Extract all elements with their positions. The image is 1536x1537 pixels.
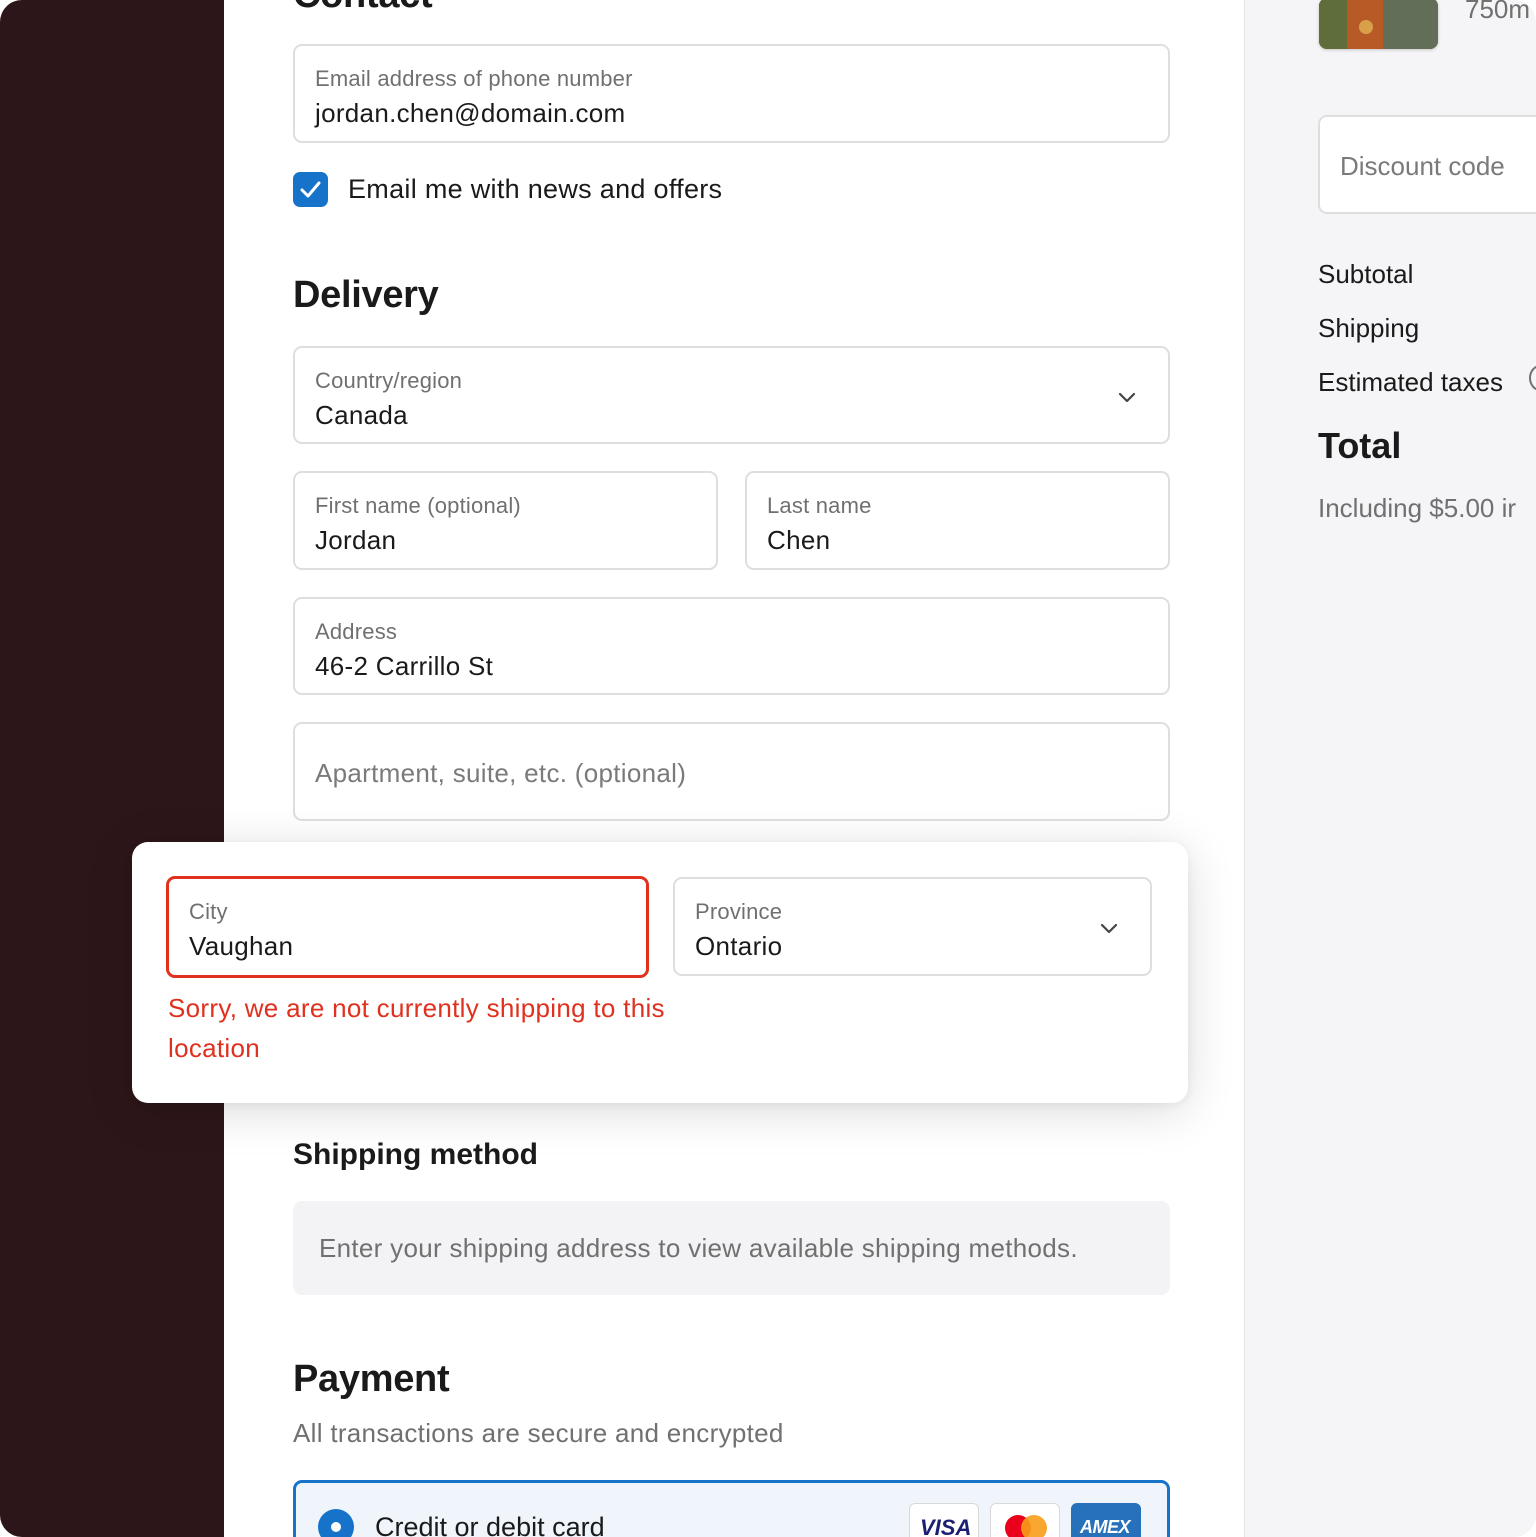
checkmark-icon: [300, 181, 321, 198]
apartment-field[interactable]: Apartment, suite, etc. (optional): [293, 722, 1170, 821]
info-icon[interactable]: [1529, 365, 1536, 391]
product-thumbnail: [1319, 0, 1438, 49]
amex-card-icon: AMEX: [1071, 1503, 1141, 1537]
address-value: 46-2 Carrillo St: [315, 651, 494, 681]
shipping-label: Shipping: [1318, 313, 1420, 343]
email-field-label: Email address of phone number: [315, 66, 633, 91]
email-field[interactable]: Email address of phone number jordan.che…: [293, 44, 1170, 143]
payment-option-label: Credit or debit card: [375, 1512, 605, 1537]
first-name-value: Jordan: [315, 525, 397, 555]
last-name-label: Last name: [767, 493, 872, 518]
payment-subtext: All transactions are secure and encrypte…: [293, 1418, 784, 1448]
address-label: Address: [315, 619, 398, 644]
shipping-method-notice: Enter your shipping address to view avai…: [293, 1201, 1170, 1295]
including-taxes-text: Including $5.00 ir: [1318, 493, 1517, 523]
news-offers-label: Email me with news and offers: [348, 174, 723, 204]
radio-dot: [331, 1522, 341, 1532]
first-name-label: First name (optional): [315, 493, 521, 518]
city-value: Vaughan: [189, 931, 294, 961]
chevron-down-icon: [1100, 923, 1118, 934]
contact-heading: Contact: [293, 0, 433, 17]
discount-code-input[interactable]: Discount code: [1318, 115, 1536, 214]
shipping-method-notice-text: Enter your shipping address to view avai…: [319, 1233, 1078, 1263]
apartment-placeholder: Apartment, suite, etc. (optional): [315, 758, 687, 788]
email-field-value: jordan.chen@domain.com: [315, 98, 626, 128]
discount-code-placeholder: Discount code: [1340, 151, 1505, 181]
city-field[interactable]: City Vaughan: [166, 876, 649, 978]
country-select[interactable]: Country/region Canada: [293, 346, 1170, 444]
checkout-screen: Contact Email address of phone number jo…: [0, 0, 1536, 1537]
city-error-message: Sorry, we are not currently shipping to …: [168, 993, 665, 1063]
last-name-field[interactable]: Last name Chen: [745, 471, 1170, 570]
news-offers-checkbox[interactable]: [293, 172, 328, 207]
country-select-value: Canada: [315, 400, 408, 430]
product-size: 750m: [1465, 0, 1531, 24]
first-name-field[interactable]: First name (optional) Jordan: [293, 471, 718, 570]
chevron-down-icon: [1118, 392, 1136, 403]
delivery-heading: Delivery: [293, 274, 439, 316]
subtotal-label: Subtotal: [1318, 259, 1414, 289]
province-label: Province: [695, 899, 783, 924]
address-field[interactable]: Address 46-2 Carrillo St: [293, 597, 1170, 695]
order-summary: 750m Discount code Subtotal Shipping Est…: [1244, 0, 1536, 1537]
province-value: Ontario: [695, 931, 783, 961]
city-province-card: City Vaughan Province Ontario Sorry, we …: [132, 842, 1188, 1103]
shipping-method-heading: Shipping method: [293, 1138, 538, 1171]
checkout-form: Contact Email address of phone number jo…: [224, 0, 1244, 1537]
payment-radio-selected[interactable]: [318, 1509, 354, 1537]
last-name-value: Chen: [767, 525, 831, 555]
total-label: Total: [1318, 425, 1402, 466]
country-select-label: Country/region: [315, 368, 463, 393]
province-select[interactable]: Province Ontario: [673, 877, 1152, 976]
payment-heading: Payment: [293, 1358, 450, 1400]
mastercard-icon: [990, 1503, 1060, 1537]
brand-side-panel: [0, 0, 224, 1537]
estimated-taxes-label: Estimated taxes: [1318, 367, 1503, 397]
visa-card-icon: VISA: [909, 1503, 979, 1537]
city-label: City: [189, 899, 228, 924]
